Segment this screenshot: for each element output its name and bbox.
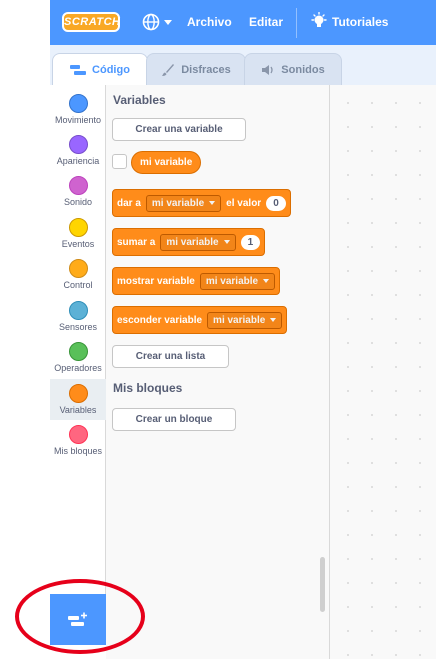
menu-separator bbox=[296, 8, 297, 38]
category-label: Movimiento bbox=[54, 115, 101, 125]
tab-costumes[interactable]: Disfraces bbox=[146, 53, 246, 85]
variable-dropdown[interactable]: mi variable bbox=[145, 194, 222, 212]
category-motion[interactable]: Movimiento bbox=[50, 89, 106, 130]
code-icon bbox=[70, 65, 87, 75]
block-text: mostrar variable bbox=[117, 275, 195, 287]
category-label: Apariencia bbox=[56, 156, 100, 166]
speaker-icon bbox=[262, 64, 273, 75]
create-block-button[interactable]: Crear un bloque bbox=[112, 408, 236, 431]
value-input[interactable]: 1 bbox=[240, 234, 261, 250]
tutorials-menu[interactable]: Tutoriales bbox=[332, 15, 388, 29]
palette-scrollbar[interactable] bbox=[320, 557, 325, 612]
category-dot bbox=[68, 176, 88, 195]
category-dot bbox=[68, 301, 88, 320]
language-caret-icon[interactable] bbox=[164, 20, 172, 25]
category-dot bbox=[68, 425, 88, 444]
lightbulb-icon[interactable] bbox=[310, 12, 328, 32]
category-operators[interactable]: Operadores bbox=[50, 337, 106, 378]
category-label: Operadores bbox=[54, 363, 102, 373]
variable-checkbox[interactable] bbox=[112, 154, 127, 169]
highlight-circle bbox=[15, 579, 145, 654]
category-menu: Movimiento Apariencia Sonido Eventos Con… bbox=[50, 85, 106, 595]
scratch-logo[interactable]: SCRATCH bbox=[62, 12, 120, 32]
category-control[interactable]: Control bbox=[50, 254, 106, 295]
category-dot bbox=[68, 218, 88, 237]
value-input[interactable]: 0 bbox=[266, 195, 286, 211]
dropdown-arrow-icon bbox=[223, 240, 230, 244]
tab-sounds[interactable]: Sonidos bbox=[244, 53, 342, 85]
dropdown-arrow-icon bbox=[270, 318, 277, 322]
category-label: Eventos bbox=[61, 239, 95, 249]
variable-dropdown[interactable]: mi variable bbox=[207, 311, 283, 329]
category-label: Control bbox=[63, 280, 93, 290]
dropdown-value: mi variable bbox=[166, 236, 219, 248]
category-dot bbox=[68, 135, 88, 154]
tab-code-label: Código bbox=[92, 64, 130, 76]
tab-costumes-label: Disfraces bbox=[181, 63, 231, 76]
code-workspace[interactable] bbox=[330, 85, 436, 659]
dropdown-value: mi variable bbox=[213, 314, 266, 326]
editor-tabs: Código Disfraces Sonidos bbox=[50, 45, 436, 86]
variable-reporter-block[interactable]: mi variable bbox=[131, 151, 202, 174]
tab-code[interactable]: Código bbox=[52, 53, 148, 86]
dropdown-value: mi variable bbox=[205, 275, 259, 287]
paintbrush-icon bbox=[162, 63, 175, 76]
category-dot bbox=[68, 384, 88, 403]
category-dot bbox=[68, 342, 88, 361]
change-variable-block[interactable]: sumar a mi variable 1 bbox=[112, 228, 266, 256]
create-variable-button[interactable]: Crear una variable bbox=[112, 118, 246, 141]
category-label: Sonido bbox=[63, 197, 93, 207]
dropdown-arrow-icon bbox=[209, 201, 216, 205]
category-label: Sensores bbox=[58, 322, 98, 332]
block-text: sumar a bbox=[117, 236, 156, 248]
block-text: el valor bbox=[226, 197, 262, 209]
block-palette: Variables Crear una variable mi variable… bbox=[106, 85, 330, 659]
category-label: Variables bbox=[59, 405, 97, 415]
set-variable-block[interactable]: dar a mi variable el valor 0 bbox=[112, 189, 291, 217]
category-sound[interactable]: Sonido bbox=[50, 171, 106, 212]
category-variables[interactable]: Variables bbox=[50, 379, 106, 420]
variable-dropdown[interactable]: mi variable bbox=[199, 272, 276, 290]
edit-menu[interactable]: Editar bbox=[249, 15, 283, 29]
category-sensing[interactable]: Sensores bbox=[50, 296, 106, 337]
variable-dropdown[interactable]: mi variable bbox=[160, 233, 236, 251]
my-blocks-section-title: Mis bloques bbox=[113, 381, 183, 395]
dropdown-arrow-icon bbox=[263, 279, 270, 283]
hide-variable-block[interactable]: esconder variable mi variable bbox=[112, 306, 288, 334]
category-looks[interactable]: Apariencia bbox=[50, 130, 106, 171]
category-my-blocks[interactable]: Mis bloques bbox=[50, 420, 106, 461]
create-list-button[interactable]: Crear una lista bbox=[112, 345, 229, 368]
category-events[interactable]: Eventos bbox=[50, 213, 106, 254]
block-text: dar a bbox=[117, 197, 141, 209]
block-text: esconder variable bbox=[117, 314, 203, 326]
category-dot bbox=[68, 94, 88, 113]
show-variable-block[interactable]: mostrar variable mi variable bbox=[112, 267, 281, 295]
category-dot bbox=[68, 259, 88, 278]
globe-icon[interactable] bbox=[142, 13, 160, 31]
left-margin bbox=[0, 0, 50, 659]
dropdown-value: mi variable bbox=[151, 197, 205, 209]
tab-sounds-label: Sonidos bbox=[281, 63, 325, 76]
variables-section-title: Variables bbox=[113, 93, 166, 107]
file-menu[interactable]: Archivo bbox=[187, 15, 232, 29]
menu-bar: SCRATCH Archivo Editar Tutoriales bbox=[50, 0, 436, 45]
category-label: Mis bloques bbox=[53, 446, 103, 456]
